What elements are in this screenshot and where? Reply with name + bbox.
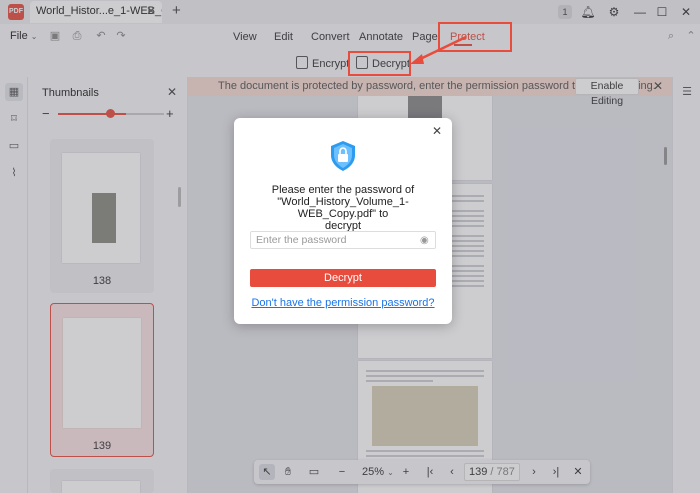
decrypt-dialog: ✕ Please enter the password of "World_Hi… [234,118,452,324]
dialog-message-line2: "World_History_Volume_1-WEB_Copy.pdf" to [277,196,409,220]
decrypt-submit-button[interactable]: Decrypt [250,269,436,287]
annotation-arrow-icon [410,35,467,64]
password-input[interactable] [250,231,436,249]
no-permission-password-link[interactable]: Don't have the permission password? [234,297,452,309]
show-password-eye-icon[interactable]: ◉ [420,235,429,246]
dialog-message-line1: Please enter the password of [271,184,415,196]
dialog-close-icon[interactable]: ✕ [432,124,442,138]
dialog-message: Please enter the password of "World_Hist… [246,184,440,232]
shield-lock-icon [331,141,355,171]
